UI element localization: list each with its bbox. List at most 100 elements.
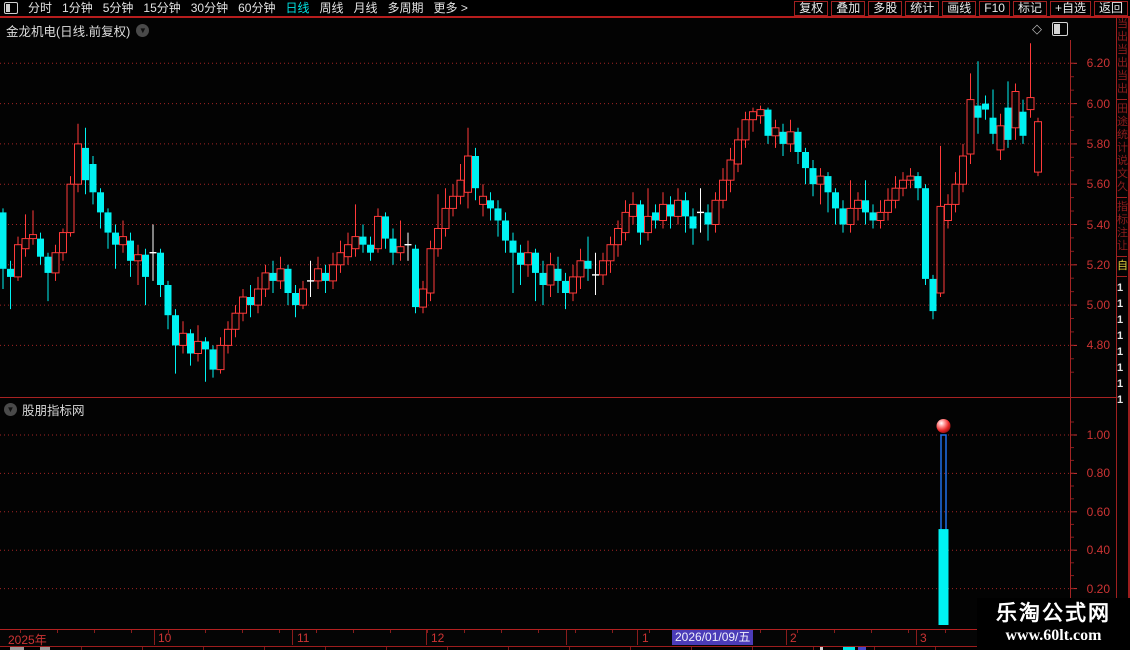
- candle: [44, 252, 52, 302]
- candle: [876, 200, 885, 229]
- candle: [697, 188, 704, 233]
- candle: [82, 127, 89, 195]
- period-tab-4[interactable]: 15分钟: [143, 0, 180, 16]
- candle: [89, 156, 97, 205]
- candle: [336, 240, 345, 273]
- toolbar-button-8[interactable]: +自选: [1049, 0, 1091, 16]
- candle: [276, 256, 285, 289]
- candle: [202, 337, 209, 382]
- indicator-title: 股朋指标网: [22, 404, 85, 418]
- candle: [614, 220, 622, 257]
- period-tab-8[interactable]: 周线: [319, 0, 343, 16]
- chevron-down-icon[interactable]: ▼: [4, 403, 17, 416]
- axis-tick: [20, 630, 21, 633]
- candle: [164, 280, 172, 330]
- right-sidebar-strip[interactable]: 当出当出当出田途统计说文久指标注让自11111111: [1117, 18, 1128, 600]
- strip-clipped-char: 指: [1117, 201, 1128, 213]
- axis-tick: [316, 630, 317, 633]
- period-tab-5[interactable]: 30分钟: [191, 0, 228, 16]
- layout-panel-icon[interactable]: [4, 2, 18, 14]
- strip-separator: [1117, 197, 1127, 198]
- candle: [839, 200, 847, 233]
- toolbar-button-5[interactable]: 画线: [942, 0, 977, 16]
- axis-tick: [205, 630, 206, 633]
- strip-clipped-char: 出: [1117, 83, 1128, 95]
- axis-tick: [797, 630, 798, 633]
- selected-date-badge: 2026/01/09/五: [672, 630, 754, 645]
- candle: [629, 192, 637, 225]
- candle: [14, 236, 22, 281]
- candle: [307, 260, 314, 297]
- candle: [884, 188, 892, 221]
- candle: [599, 252, 607, 285]
- candle: [29, 210, 37, 245]
- axis-tick: [131, 630, 132, 633]
- month-separator: [566, 630, 567, 645]
- time-axis-label: 12: [431, 631, 445, 645]
- candle: [554, 256, 562, 293]
- candle: [509, 232, 517, 293]
- strip-clipped-char: 计: [1117, 142, 1128, 154]
- chevron-down-icon[interactable]: ▼: [136, 24, 150, 37]
- candle: [794, 127, 802, 164]
- time-axis-label: 1: [642, 631, 649, 645]
- strip-separator: [1117, 99, 1127, 100]
- period-tab-9[interactable]: 月线: [354, 0, 378, 16]
- candle: [576, 248, 585, 289]
- period-tab-11[interactable]: 更多 ˃: [434, 0, 468, 16]
- strip-selected-char: 自: [1117, 260, 1128, 272]
- candle: [434, 194, 442, 257]
- axis-tick: [908, 630, 909, 633]
- candle: [929, 274, 937, 320]
- candle: [127, 232, 134, 277]
- candle: [292, 285, 299, 318]
- candle: [741, 111, 750, 148]
- toolbar-button-7[interactable]: 标记: [1012, 0, 1047, 16]
- diamond-marker-icon[interactable]: ◇: [1032, 21, 1042, 37]
- split-panel-icon[interactable]: [1052, 22, 1068, 36]
- price-axis-label: 4.80: [1086, 338, 1110, 353]
- period-tab-2[interactable]: 1分钟: [62, 0, 93, 16]
- axis-tick: [390, 630, 391, 633]
- candle: [854, 192, 862, 221]
- candle: [231, 305, 240, 338]
- toolbar-button-6[interactable]: F10: [979, 0, 1010, 16]
- period-tab-7[interactable]: 日线: [285, 0, 309, 16]
- candle: [959, 143, 967, 193]
- strip-number: 1: [1117, 298, 1124, 310]
- candle: [112, 224, 119, 269]
- toolbar-button-4[interactable]: 统计: [905, 0, 940, 16]
- chart-corner-icons: ◇: [1032, 21, 1068, 37]
- period-tab-1[interactable]: 分时: [28, 0, 52, 16]
- time-axis[interactable]: 2025年 10 11 12 1 2 3 2026/01/09/五: [0, 629, 1130, 647]
- candlestick-chart: [0, 40, 1077, 398]
- candle: [464, 127, 472, 209]
- period-tab-6[interactable]: 60分钟: [238, 0, 275, 16]
- time-axis-label: 3: [920, 631, 927, 645]
- toolbar-button-1[interactable]: 复权: [794, 0, 829, 16]
- period-tab-3[interactable]: 5分钟: [103, 0, 134, 16]
- strip-number: 1: [1117, 378, 1124, 390]
- candle: [412, 244, 419, 314]
- strip-clipped-char: 出: [1117, 31, 1128, 43]
- toolbar-button-9[interactable]: 返回: [1093, 0, 1128, 16]
- candle: [104, 208, 112, 249]
- toolbar-buttons: 复权 叠加 多股 统计 画线 F10 标记 +自选 返回: [794, 0, 1130, 16]
- strip-clipped-char: 注: [1117, 227, 1128, 239]
- toolbar-button-3[interactable]: 多股: [868, 0, 903, 16]
- candle: [269, 260, 277, 293]
- toolbar-button-2[interactable]: 叠加: [831, 0, 866, 16]
- candle: [157, 248, 164, 297]
- candle: [59, 228, 67, 261]
- candle: [936, 145, 945, 297]
- axis-tick: [94, 630, 95, 633]
- period-tabs: 分时 1分钟 5分钟 15分钟 30分钟 60分钟 日线 周线 月线 多周期 更多 ˃: [0, 0, 468, 16]
- month-separator: [154, 630, 155, 645]
- axis-tick: [427, 630, 428, 633]
- candle: [374, 208, 382, 253]
- candle: [592, 252, 599, 295]
- candle: [779, 123, 787, 156]
- period-tab-10[interactable]: 多周期: [388, 0, 424, 16]
- axis-tick: [353, 630, 354, 633]
- candle: [682, 192, 689, 233]
